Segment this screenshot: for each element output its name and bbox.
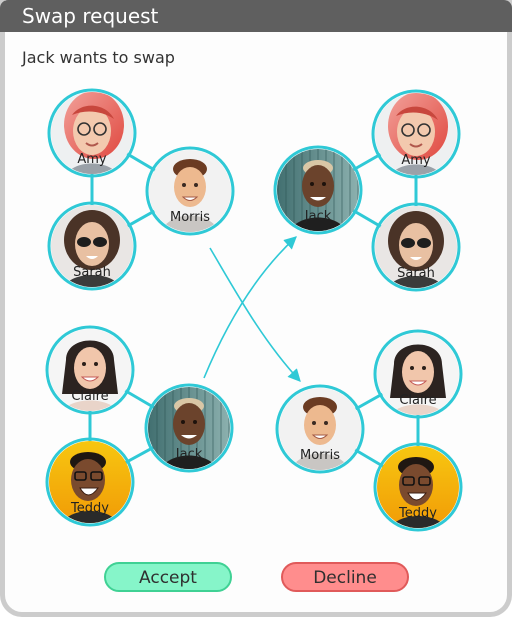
accept-button[interactable]: Accept xyxy=(104,562,232,592)
avatar-teddy-after-bottom: Teddy xyxy=(373,442,463,532)
avatar-amy-before-top: Amy xyxy=(47,88,137,178)
avatar-jack-after-top: Jack xyxy=(273,145,363,235)
avatar-name-label: Amy xyxy=(401,153,431,168)
swap-arrow-morris xyxy=(209,247,301,382)
avatar-name-label: Jack xyxy=(175,447,203,462)
avatar-name-label: Morris xyxy=(300,448,340,463)
avatar-name-label: Teddy xyxy=(398,506,437,521)
avatar-name-label: Amy xyxy=(77,152,107,167)
avatar-name-label: Claire xyxy=(71,389,108,404)
avatar-name-label: Sarah xyxy=(73,265,111,280)
avatar-amy-after-top: Amy xyxy=(371,89,461,179)
avatar-sarah-after-top: Sarah xyxy=(371,202,461,292)
avatar-name-label: Jack xyxy=(304,209,332,224)
avatar-name-label: Morris xyxy=(170,210,210,225)
swap-request-dialog: Swap request Jack wants to swap Amy Morr… xyxy=(0,0,512,617)
avatar-teddy-before-bottom: Teddy xyxy=(45,437,135,527)
avatar-name-label: Claire xyxy=(399,393,436,408)
avatar-morris-after-bottom: Morris xyxy=(275,384,365,474)
avatar-morris-before-top: Morris xyxy=(145,146,235,236)
avatar-name-label: Sarah xyxy=(397,266,435,281)
avatar-sarah-before-top: Sarah xyxy=(47,201,137,291)
decline-button[interactable]: Decline xyxy=(281,562,409,592)
swap-diagram: Amy Morris Sarah Claire Jack Teddy Jack Amy Sara… xyxy=(45,88,463,532)
swap-arrow-jack xyxy=(203,236,297,379)
avatar-name-label: Teddy xyxy=(70,501,109,516)
avatar-jack-before-bottom: Jack xyxy=(144,383,234,473)
avatar-claire-before-bottom: Claire xyxy=(45,325,135,415)
avatar-claire-after-bottom: Claire xyxy=(373,329,463,419)
